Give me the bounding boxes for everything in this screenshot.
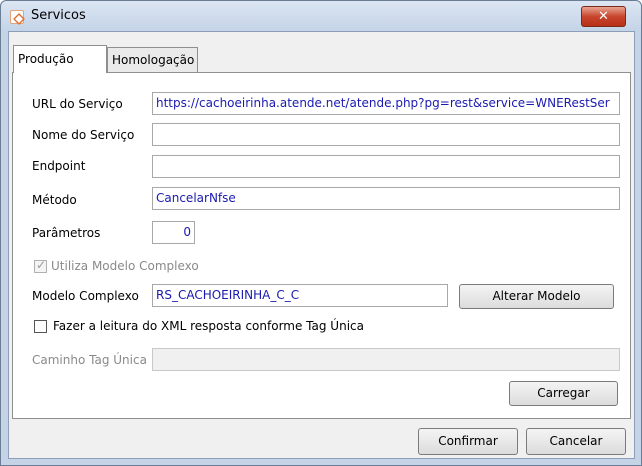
app-icon	[10, 10, 24, 24]
caminho-field[interactable]	[152, 348, 620, 371]
close-icon: ✕	[598, 9, 609, 24]
endpoint-field[interactable]	[152, 155, 620, 178]
modelo-label: Modelo Complexo	[32, 289, 139, 303]
metodo-label: Método	[32, 193, 77, 207]
cancelar-button[interactable]: Cancelar	[526, 428, 626, 455]
nome-field[interactable]	[152, 123, 620, 146]
url-field[interactable]: https://cachoeirinha.atende.net/atende.p…	[152, 92, 620, 115]
tag-unica-label: Fazer a leitura do XML resposta conforme…	[53, 319, 364, 333]
title-bar[interactable]: Servicos ✕	[1, 1, 641, 31]
utiliza-modelo-checkbox[interactable]	[34, 258, 47, 273]
url-label: URL do Serviço	[32, 97, 123, 111]
tab-panel-producao: URL do Serviço https://cachoeirinha.aten…	[12, 72, 631, 419]
window: Servicos ✕ Produção Homologação URL do S…	[0, 0, 642, 466]
confirmar-button[interactable]: Confirmar	[418, 428, 518, 455]
caminho-label: Caminho Tag Única	[32, 353, 147, 367]
carregar-button[interactable]: Carregar	[509, 381, 618, 406]
metodo-field[interactable]: CancelarNfse	[152, 187, 620, 210]
alterar-modelo-button[interactable]: Alterar Modelo	[459, 284, 614, 309]
modelo-field[interactable]: RS_CACHOEIRINHA_C_C	[152, 284, 448, 307]
dialog-client-area: Produção Homologação URL do Serviço http…	[8, 31, 635, 459]
tab-producao[interactable]: Produção	[13, 45, 107, 73]
parametros-field[interactable]: 0	[152, 221, 195, 244]
close-button[interactable]: ✕	[581, 6, 626, 27]
tag-unica-checkbox[interactable]	[34, 320, 47, 333]
utiliza-modelo-label: Utiliza Modelo Complexo	[51, 259, 199, 273]
parametros-label: Parâmetros	[32, 226, 101, 240]
tab-homologacao[interactable]: Homologação	[107, 47, 198, 72]
nome-label: Nome do Serviço	[32, 128, 135, 142]
endpoint-label: Endpoint	[32, 159, 86, 173]
window-title: Servicos	[31, 8, 86, 23]
